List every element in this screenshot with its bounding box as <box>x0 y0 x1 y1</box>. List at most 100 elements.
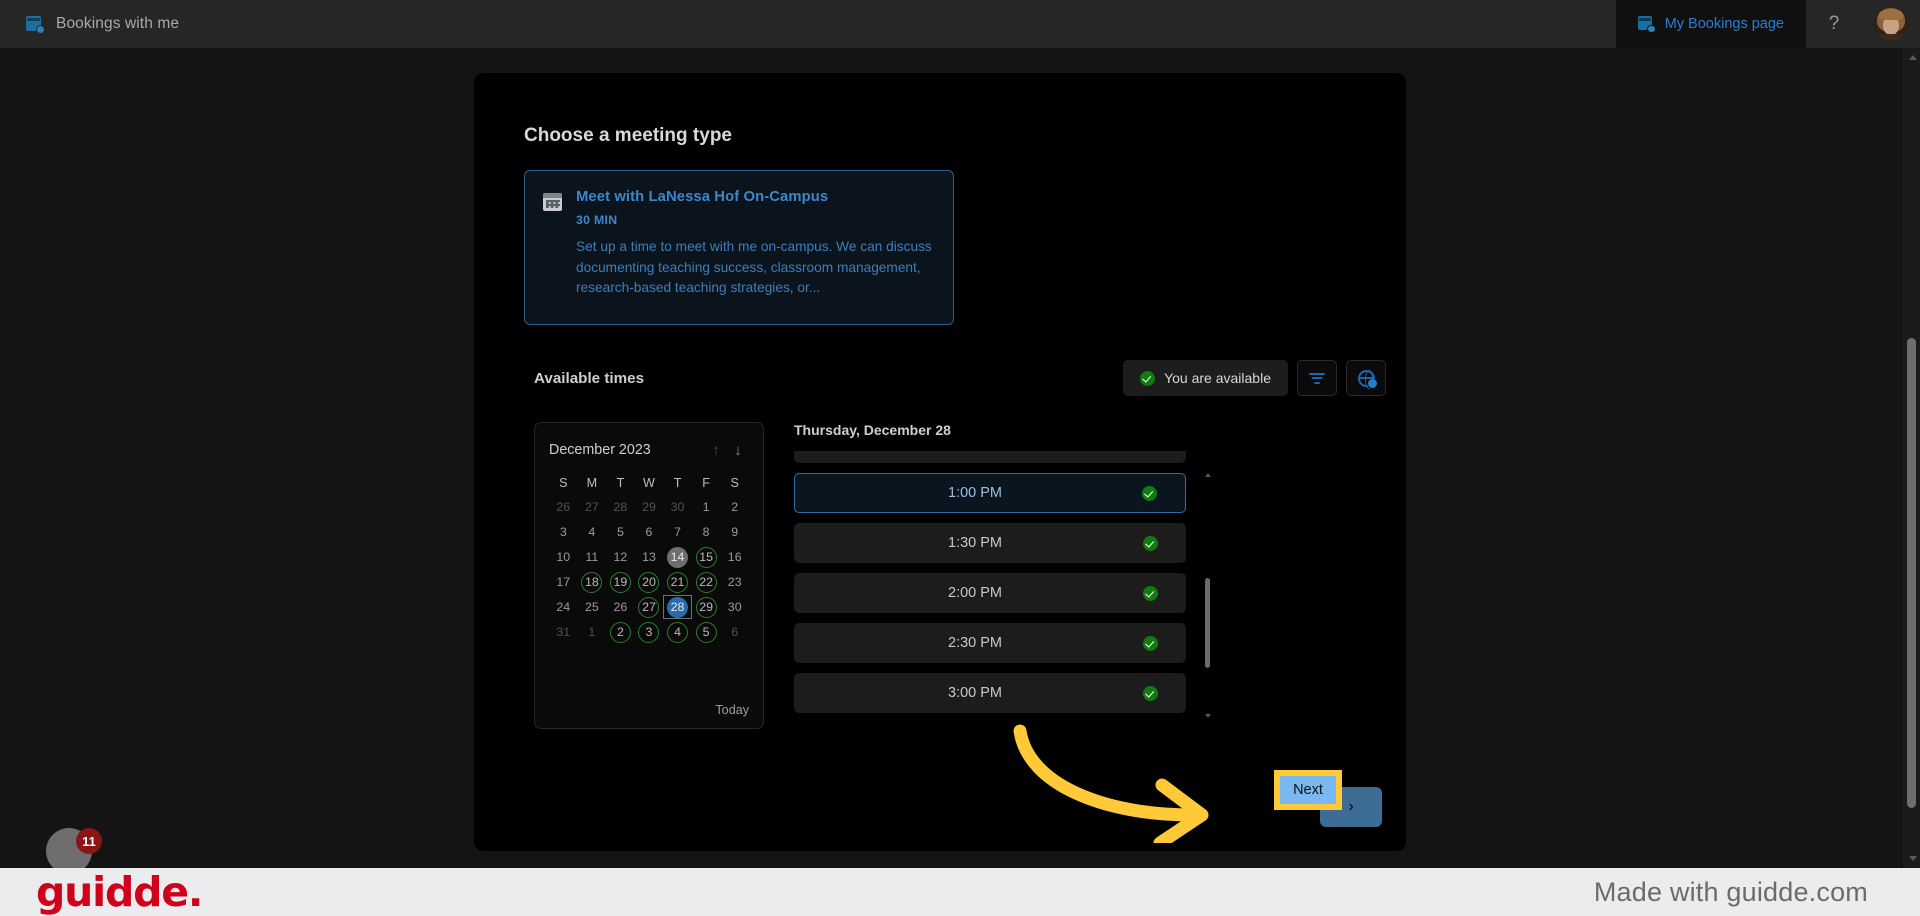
calendar-day[interactable]: 2 <box>724 497 745 518</box>
calendar-day-cell[interactable]: 28 <box>663 595 692 619</box>
slots-scrollbar[interactable] <box>1202 473 1214 718</box>
calendar-day-cell[interactable]: 8 <box>692 520 721 544</box>
calendar-day[interactable]: 28 <box>610 497 631 518</box>
calendar-day[interactable]: 13 <box>638 547 659 568</box>
calendar-day-cell[interactable]: 3 <box>635 620 664 644</box>
calendar-day[interactable]: 30 <box>724 597 745 618</box>
calendar-day[interactable]: 12 <box>610 547 631 568</box>
calendar-day[interactable]: 16 <box>724 547 745 568</box>
calendar-day-cell[interactable]: 19 <box>606 570 635 594</box>
calendar-day[interactable]: 21 <box>667 571 689 593</box>
calendar-day-cell[interactable]: 2 <box>720 495 749 519</box>
help-button[interactable]: ? <box>1806 0 1862 48</box>
calendar-day-cell[interactable]: 26 <box>606 595 635 619</box>
calendar-day[interactable]: 28 <box>667 596 689 618</box>
my-bookings-page-button[interactable]: My Bookings page <box>1615 0 1806 48</box>
calendar-day[interactable]: 19 <box>609 571 631 593</box>
calendar-day-cell[interactable]: 5 <box>692 620 721 644</box>
calendar-day-cell[interactable]: 6 <box>720 620 749 644</box>
calendar-day[interactable]: 23 <box>724 572 745 593</box>
calendar-day[interactable]: 6 <box>724 622 745 643</box>
calendar-day-cell[interactable]: 1 <box>578 620 607 644</box>
calendar-day-cell[interactable]: 15 <box>692 545 721 569</box>
calendar-day-cell[interactable]: 17 <box>549 570 578 594</box>
calendar-day-cell[interactable]: 27 <box>578 495 607 519</box>
calendar-day[interactable]: 6 <box>638 522 659 543</box>
timezone-button[interactable] <box>1346 360 1386 396</box>
calendar-day-cell[interactable]: 12 <box>606 545 635 569</box>
calendar-day-cell[interactable]: 27 <box>635 595 664 619</box>
calendar-day-cell[interactable]: 13 <box>635 545 664 569</box>
calendar-day-cell[interactable]: 23 <box>720 570 749 594</box>
calendar-day[interactable]: 17 <box>553 572 574 593</box>
calendar-day-cell[interactable]: 5 <box>606 520 635 544</box>
calendar-day-cell[interactable]: 21 <box>663 570 692 594</box>
calendar-day[interactable]: 31 <box>553 622 574 643</box>
time-slot[interactable]: 2:30 PM <box>794 623 1186 663</box>
calendar-day-cell[interactable]: 31 <box>549 620 578 644</box>
calendar-day-cell[interactable]: 30 <box>720 595 749 619</box>
calendar-day[interactable]: 14 <box>667 546 689 568</box>
time-slot[interactable]: 1:00 PM <box>794 473 1186 513</box>
time-slot[interactable]: 2:00 PM <box>794 573 1186 613</box>
time-slot[interactable]: 1:30 PM <box>794 523 1186 563</box>
calendar-day[interactable]: 3 <box>553 522 574 543</box>
avatar[interactable] <box>1874 7 1908 41</box>
calendar-day[interactable]: 26 <box>610 597 631 618</box>
page-scrollbar-thumb[interactable] <box>1907 338 1916 808</box>
calendar-day[interactable]: 7 <box>667 522 688 543</box>
calendar-day[interactable]: 20 <box>638 571 660 593</box>
calendar-day-cell[interactable]: 2 <box>606 620 635 644</box>
calendar-day-cell[interactable]: 9 <box>720 520 749 544</box>
calendar-day[interactable]: 5 <box>610 522 631 543</box>
calendar-day[interactable]: 3 <box>638 621 660 643</box>
calendar-day-cell[interactable]: 26 <box>549 495 578 519</box>
calendar-day[interactable]: 15 <box>695 546 717 568</box>
calendar-day[interactable]: 2 <box>609 621 631 643</box>
calendar-day-cell[interactable]: 30 <box>663 495 692 519</box>
calendar-day-cell[interactable]: 18 <box>578 570 607 594</box>
calendar-day-cell[interactable]: 29 <box>635 495 664 519</box>
calendar-day[interactable]: 30 <box>667 497 688 518</box>
calendar-day[interactable]: 25 <box>581 597 602 618</box>
calendar-day-cell[interactable]: 20 <box>635 570 664 594</box>
calendar-day-cell[interactable]: 3 <box>549 520 578 544</box>
meeting-type-card[interactable]: Meet with LaNessa Hof On-Campus 30 MIN S… <box>524 170 954 325</box>
calendar-day-cell[interactable]: 29 <box>692 595 721 619</box>
calendar-day[interactable]: 24 <box>553 597 574 618</box>
calendar-day-cell[interactable]: 4 <box>663 620 692 644</box>
page-scroll-up-icon[interactable] <box>1909 55 1917 60</box>
calendar-day-cell[interactable]: 24 <box>549 595 578 619</box>
calendar-day-cell[interactable]: 4 <box>578 520 607 544</box>
calendar-day-cell[interactable]: 16 <box>720 545 749 569</box>
calendar-day-cell[interactable]: 6 <box>635 520 664 544</box>
calendar-day[interactable]: 27 <box>581 497 602 518</box>
calendar-day-cell[interactable]: 22 <box>692 570 721 594</box>
calendar-day[interactable]: 4 <box>667 621 689 643</box>
calendar-day-cell[interactable]: 28 <box>606 495 635 519</box>
time-slot[interactable]: 3:00 PM <box>794 673 1186 713</box>
calendar-day[interactable]: 1 <box>581 622 602 643</box>
avatar-container[interactable] <box>1862 0 1920 48</box>
calendar-day[interactable]: 8 <box>696 522 717 543</box>
page-scrollbar[interactable] <box>1903 48 1920 868</box>
calendar-day[interactable]: 1 <box>696 497 717 518</box>
filter-button[interactable] <box>1297 360 1337 396</box>
calendar-day[interactable]: 11 <box>581 547 602 568</box>
scrollbar-thumb[interactable] <box>1205 578 1210 668</box>
arrow-down-icon[interactable]: ↓ <box>727 439 749 461</box>
calendar-day[interactable]: 29 <box>638 497 659 518</box>
calendar-day-cell[interactable]: 10 <box>549 545 578 569</box>
calendar-day[interactable]: 22 <box>695 571 717 593</box>
calendar-day[interactable]: 29 <box>695 596 717 618</box>
calendar-day[interactable]: 4 <box>581 522 602 543</box>
calendar-day-cell[interactable]: 25 <box>578 595 607 619</box>
calendar-day-cell[interactable]: 1 <box>692 495 721 519</box>
date-picker-calendar[interactable]: December 2023 ↑ ↓ S M T W T F S 26 27 28 29 30 1 2 3 4 5… <box>534 422 764 729</box>
page-scroll-down-icon[interactable] <box>1909 856 1917 861</box>
scroll-up-icon[interactable] <box>1205 473 1211 477</box>
calendar-day[interactable]: 18 <box>581 571 603 593</box>
calendar-day-cell[interactable]: 14 <box>663 545 692 569</box>
calendar-day-cell[interactable]: 11 <box>578 545 607 569</box>
scroll-down-icon[interactable] <box>1205 714 1211 718</box>
